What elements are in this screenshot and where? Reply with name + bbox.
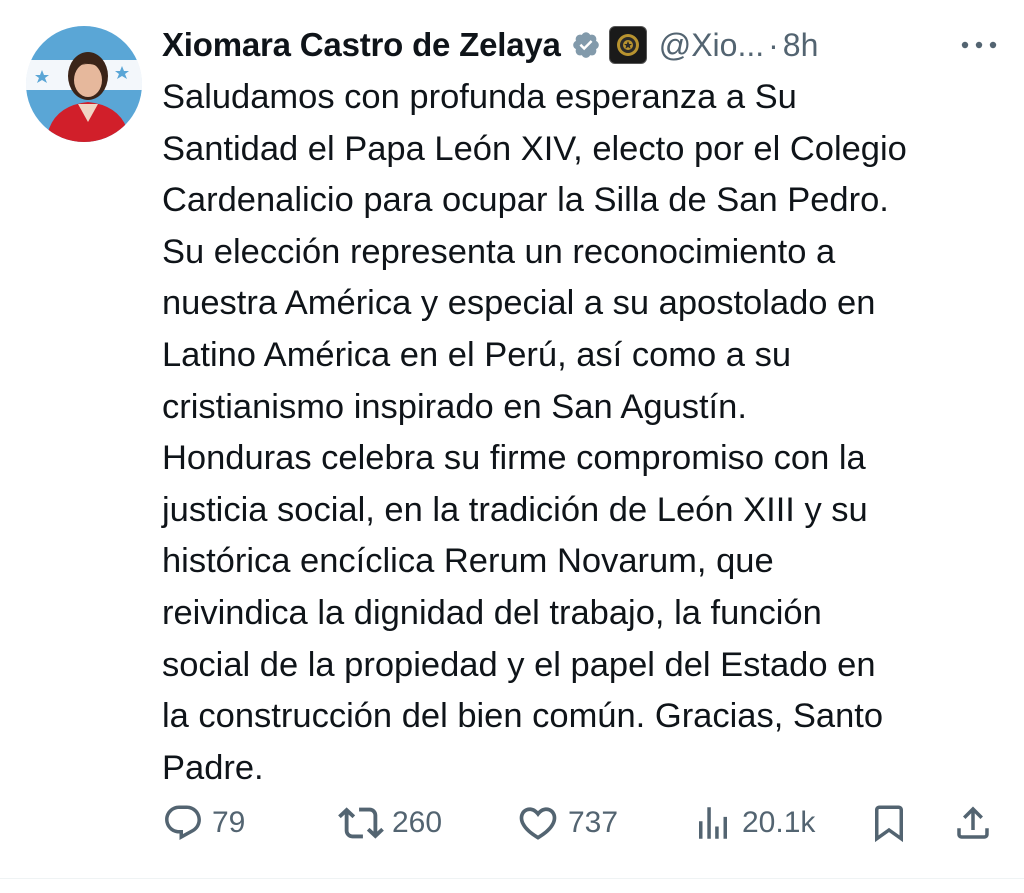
share-button[interactable]: [952, 797, 994, 849]
tweet-text-line: reivindica la dignidad del trabajo, la f…: [162, 593, 822, 632]
avatar[interactable]: [26, 26, 142, 142]
views-icon: [699, 807, 727, 839]
author-handle[interactable]: @Xio...: [659, 27, 764, 64]
tweet-text-line: social de la propiedad y el papel del Es…: [162, 645, 876, 684]
reply-button[interactable]: 79: [162, 797, 245, 849]
tweet-text-line: Cardenalicio para ocupar la Silla de San…: [162, 181, 889, 220]
tweet-text-line: cristianismo inspirado en San Agustín.: [162, 387, 747, 426]
repost-button[interactable]: 260: [338, 797, 442, 849]
bookmark-icon: [875, 805, 903, 843]
divider: [0, 878, 1024, 879]
tweet-text-line: justicia social, en la tradición de León…: [162, 490, 868, 529]
views-button[interactable]: 20.1k: [692, 797, 815, 849]
repost-count: 260: [392, 806, 443, 839]
more-options-button[interactable]: [955, 30, 1003, 60]
tweet-text-line: Su elección representa un reconocimiento…: [162, 232, 836, 271]
tweet-text-line: la construcción del bien común. Gracias,…: [162, 697, 884, 736]
author-display-name[interactable]: Xiomara Castro de Zelaya: [162, 26, 561, 64]
bookmark-button[interactable]: [868, 797, 910, 849]
reply-icon: [165, 805, 201, 840]
tweet-text-line: Santidad el Papa León XIV, electo por el…: [162, 129, 907, 168]
share-icon: [957, 806, 989, 839]
tweet-timestamp[interactable]: 8h: [783, 27, 819, 64]
tweet-card: Xiomara Castro de Zelaya @Xio... · 8h Sa…: [0, 0, 1024, 893]
verified-badge-icon[interactable]: [571, 30, 601, 60]
like-button[interactable]: 737: [516, 797, 618, 849]
tweet-text-line: Latino América en el Perú, así como a su: [162, 335, 792, 374]
like-icon: [519, 807, 557, 840]
more-options-icon: [961, 41, 997, 49]
reply-count: 79: [212, 806, 246, 839]
views-count: 20.1k: [742, 806, 816, 839]
tweet-text-line: Padre.: [162, 748, 264, 787]
tweet-text-line: histórica encíclica Rerum Novarum, que: [162, 542, 774, 581]
tweet-text-line: Honduras celebra su firme compromiso con…: [162, 439, 866, 478]
tweet-text-line: nuestra América y especial a su apostola…: [162, 284, 876, 323]
separator-dot: ·: [768, 26, 779, 63]
affiliate-seal-icon[interactable]: [608, 26, 647, 64]
repost-icon: [338, 807, 384, 839]
tweet-text: Saludamos con profunda esperanza a Su Sa…: [162, 72, 1007, 794]
tweet-header: Xiomara Castro de Zelaya @Xio... · 8h: [162, 22, 818, 68]
like-count: 737: [568, 806, 619, 839]
tweet-actions-bar: 79 260 737 20.1k: [162, 797, 1007, 849]
tweet-text-line: Saludamos con profunda esperanza a Su: [162, 78, 797, 116]
avatar-photo: [26, 26, 142, 142]
